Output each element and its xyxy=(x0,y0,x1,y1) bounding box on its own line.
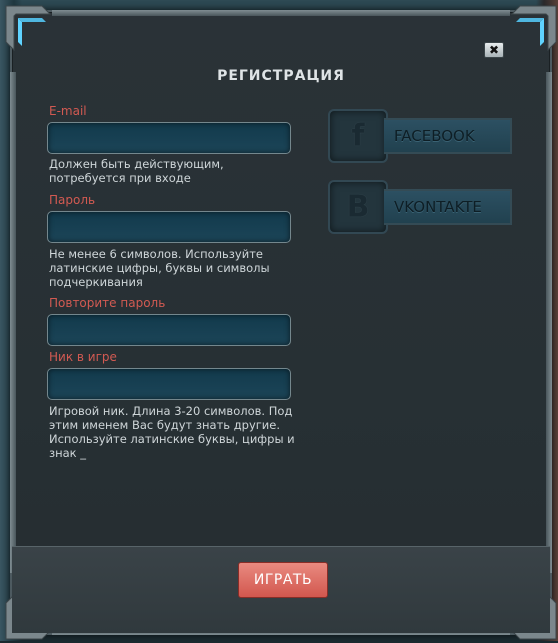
registration-dialog: ✖ РЕГИСТРАЦИЯ E-mail Должен быть действу… xyxy=(5,5,557,640)
vkontakte-button[interactable]: B VKONTAKTE xyxy=(328,180,512,234)
frame-left xyxy=(10,72,16,573)
vkontakte-label: VKONTAKTE xyxy=(394,198,482,216)
email-hint: Должен быть действующим, потребуется при… xyxy=(49,157,224,185)
facebook-bar: FACEBOOK xyxy=(384,118,512,154)
close-icon[interactable]: ✖ xyxy=(484,42,504,58)
corner-ornament-icon xyxy=(2,2,60,60)
facebook-button[interactable]: f FACEBOOK xyxy=(328,109,512,163)
frame-right xyxy=(546,72,552,573)
password-hint: Не менее 6 символов. Используйте латинск… xyxy=(49,247,270,289)
corner-ornament-icon xyxy=(502,2,558,60)
vkontakte-bar: VKONTAKTE xyxy=(384,189,512,225)
dialog-title: РЕГИСТРАЦИЯ xyxy=(217,68,345,84)
dialog-footer: ИГРАТЬ xyxy=(12,546,550,633)
nickname-hint: Игровой ник. Длина 3-20 символов. Под эт… xyxy=(49,404,295,460)
password-label: Пароль xyxy=(49,193,96,207)
password-repeat-label: Повторите пароль xyxy=(49,296,166,310)
nickname-label: Ник в игре xyxy=(49,350,117,364)
vkontakte-icon: B xyxy=(328,180,388,234)
email-label: E-mail xyxy=(49,104,87,118)
password-repeat-field[interactable] xyxy=(47,314,291,346)
password-field[interactable] xyxy=(47,211,291,243)
facebook-icon: f xyxy=(328,109,388,163)
facebook-label: FACEBOOK xyxy=(394,127,475,145)
frame-top xyxy=(52,10,510,16)
email-field[interactable] xyxy=(47,122,291,154)
nickname-field[interactable] xyxy=(47,368,291,400)
play-button[interactable]: ИГРАТЬ xyxy=(238,562,328,598)
